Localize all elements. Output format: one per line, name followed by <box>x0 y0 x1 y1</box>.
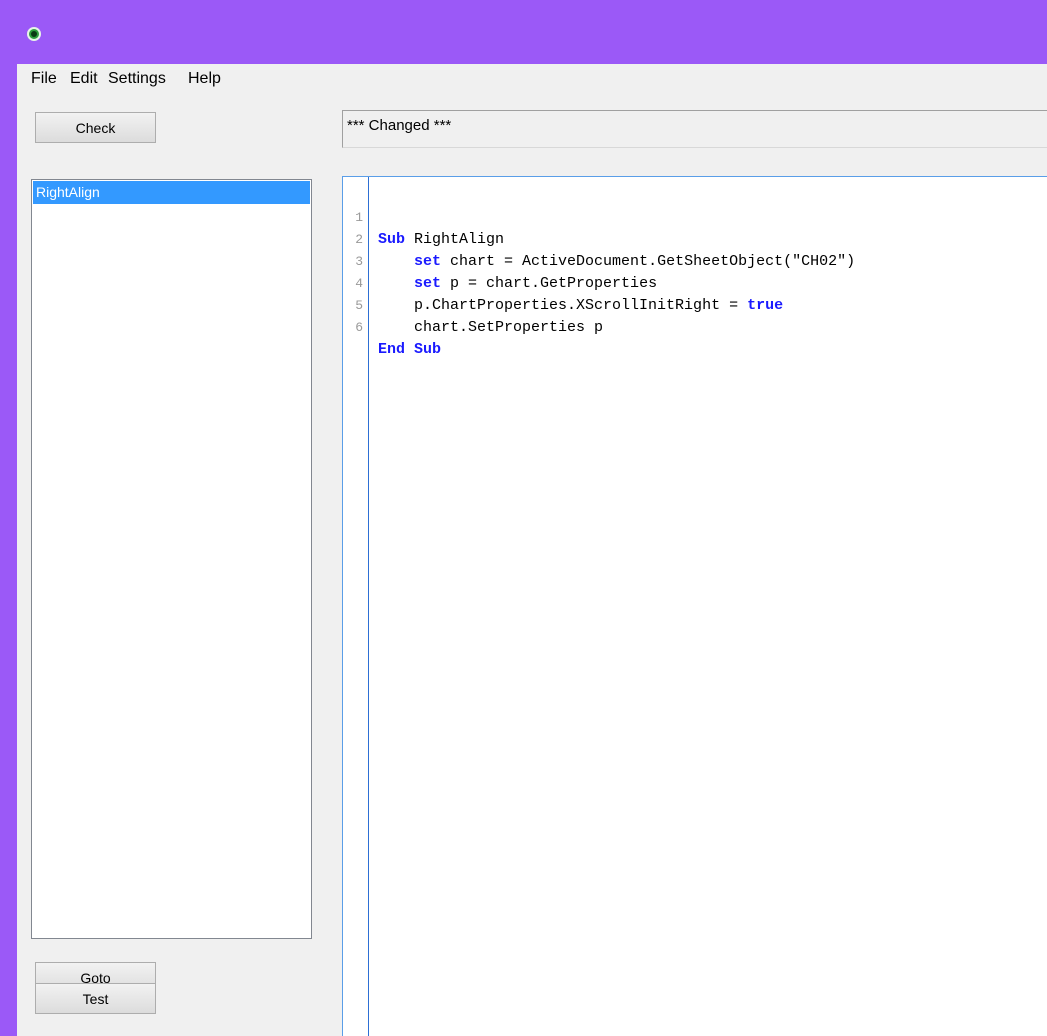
list-item[interactable]: RightAlign <box>33 181 310 204</box>
menu-edit[interactable]: Edit <box>70 70 98 88</box>
qlikview-icon[interactable] <box>27 27 41 41</box>
code-editor[interactable]: 1 Sub RightAlign 2 set chart = ActiveDoc… <box>342 176 1047 1036</box>
code-line: 5 chart.SetProperties p <box>343 273 1047 336</box>
menu-file[interactable]: File <box>31 70 57 88</box>
code-line: 6 End Sub <box>343 295 1047 358</box>
menu-bar: File Edit Settings Help <box>17 64 1047 92</box>
code-line: 3 set p = chart.GetProperties <box>343 229 1047 292</box>
menu-help[interactable]: Help <box>188 70 221 88</box>
code-line: 2 set chart = ActiveDocument.GetSheetObj… <box>343 207 1047 270</box>
code-line: 1 Sub RightAlign <box>343 185 1047 248</box>
menu-settings[interactable]: Settings <box>108 70 166 88</box>
code-line: 4 p.ChartProperties.XScrollInitRight = t… <box>343 251 1047 314</box>
macro-list[interactable]: RightAlign <box>31 179 312 939</box>
line-number: 6 <box>355 320 363 335</box>
status-box: *** Changed *** <box>342 110 1047 148</box>
title-bar <box>0 0 1047 64</box>
status-text: *** Changed *** <box>347 117 452 134</box>
editor-window: File Edit Settings Help Check *** Change… <box>17 64 1047 1036</box>
test-button[interactable]: Test <box>35 983 156 1014</box>
check-button[interactable]: Check <box>35 112 156 143</box>
